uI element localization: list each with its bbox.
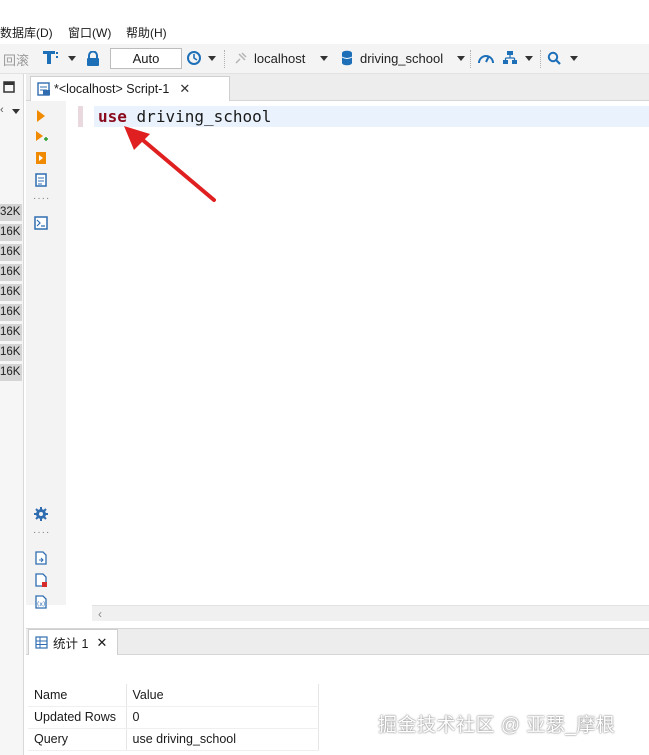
execute-statement-icon[interactable]: [34, 109, 48, 123]
table-row[interactable]: Updated Rows 0: [28, 706, 319, 729]
dashboard-gauge-icon[interactable]: [477, 50, 495, 66]
variables-icon[interactable]: (x): [34, 595, 48, 609]
search-icon[interactable]: [547, 51, 562, 66]
table-grid-icon: [35, 636, 48, 649]
menu-bar: 数据库(D) 窗口(W) 帮助(H): [0, 22, 649, 42]
database-selector[interactable]: driving_school: [360, 50, 443, 66]
transaction-mode-field[interactable]: Auto: [110, 48, 182, 69]
chevron-down-icon: [208, 55, 216, 61]
menu-window[interactable]: 窗口(W): [68, 24, 111, 41]
settings-gear-icon[interactable]: [34, 507, 48, 521]
history-button[interactable]: [186, 50, 216, 66]
strip-separator: ····: [33, 527, 51, 538]
table-cell: 0: [126, 706, 319, 729]
table-row[interactable]: Query use driving_school: [28, 728, 319, 751]
connection-selector[interactable]: localhost: [254, 50, 305, 66]
navigator-panel: ‹: [0, 74, 24, 755]
svg-text:(x): (x): [37, 601, 45, 608]
transaction-t-icon: [43, 51, 58, 64]
chevron-down-icon[interactable]: [457, 56, 465, 61]
table-size-cell: 32K: [0, 204, 22, 221]
transaction-mode-button[interactable]: [42, 50, 76, 66]
chevron-left-icon[interactable]: ‹: [0, 104, 4, 116]
close-icon[interactable]: ✕: [96, 635, 107, 651]
watermark: 掘金技术社区 @ 亚瑟_摩根: [378, 715, 616, 736]
table-size-cell: 16K: [0, 284, 22, 301]
toolbar-divider: [470, 50, 471, 68]
execute-script-icon[interactable]: [34, 151, 48, 165]
chevron-down-icon[interactable]: [570, 56, 578, 61]
maximize-icon[interactable]: [3, 81, 15, 93]
tab-title: *<localhost> Script-1: [54, 82, 170, 96]
tab-statistics-1[interactable]: 统计 1 ✕: [28, 629, 118, 655]
table-size-cell: 16K: [0, 364, 22, 381]
chevron-down-icon[interactable]: [12, 109, 20, 114]
strip-separator: ····: [33, 193, 51, 204]
execute-new-tab-icon[interactable]: [34, 130, 48, 144]
menu-help[interactable]: 帮助(H): [126, 24, 167, 41]
table-size-cell: 16K: [0, 304, 22, 321]
table-size-cell: 16K: [0, 264, 22, 281]
chevron-down-icon[interactable]: [320, 56, 328, 61]
chevron-down-icon: [68, 55, 76, 61]
database-icon: [341, 50, 353, 66]
editor-tab-bar: *<localhost> Script-1 ✕: [26, 74, 649, 101]
tab-title: 统计 1: [53, 637, 89, 651]
column-header[interactable]: Value: [126, 684, 319, 707]
results-tab-bar: 统计 1 ✕: [26, 628, 649, 655]
lock-icon[interactable]: [86, 51, 100, 66]
editor-action-strip: ···· ···· (x): [26, 101, 66, 609]
annotation-arrow-icon: [124, 126, 216, 202]
history-icon: [187, 51, 201, 65]
rollback-button[interactable]: 回滚: [3, 51, 29, 68]
statistics-table: Name Value Updated Rows 0 Query use driv…: [28, 684, 319, 751]
table-cell: use driving_school: [126, 728, 319, 751]
tab-script-1[interactable]: *<localhost> Script-1 ✕: [30, 76, 230, 101]
table-size-cell: 16K: [0, 324, 22, 341]
menu-database[interactable]: 数据库(D): [0, 24, 53, 41]
column-header[interactable]: Name: [28, 684, 127, 707]
toolbar-divider: [224, 50, 225, 68]
table-header-row: Name Value: [28, 684, 319, 707]
editor-horizontal-scrollbar[interactable]: ‹: [92, 605, 649, 621]
terminal-icon[interactable]: [34, 216, 48, 230]
schema-tree-icon[interactable]: [502, 50, 518, 66]
connection-plug-icon: [235, 52, 247, 64]
table-size-cell: 16K: [0, 244, 22, 261]
export-file-icon[interactable]: [34, 551, 48, 565]
current-line-marker: [78, 106, 83, 127]
table-cell: Query: [28, 728, 127, 751]
file-error-icon[interactable]: [34, 573, 48, 587]
chevron-down-icon[interactable]: [525, 56, 533, 61]
sql-script-icon: [37, 82, 50, 96]
table-cell: Updated Rows: [28, 706, 127, 729]
explain-plan-icon[interactable]: [34, 173, 48, 187]
table-size-cell: 16K: [0, 344, 22, 361]
toolbar-divider: [540, 50, 541, 68]
table-size-cell: 16K: [0, 224, 22, 241]
close-icon[interactable]: ✕: [179, 81, 190, 97]
scroll-left-icon[interactable]: ‹: [98, 607, 102, 621]
